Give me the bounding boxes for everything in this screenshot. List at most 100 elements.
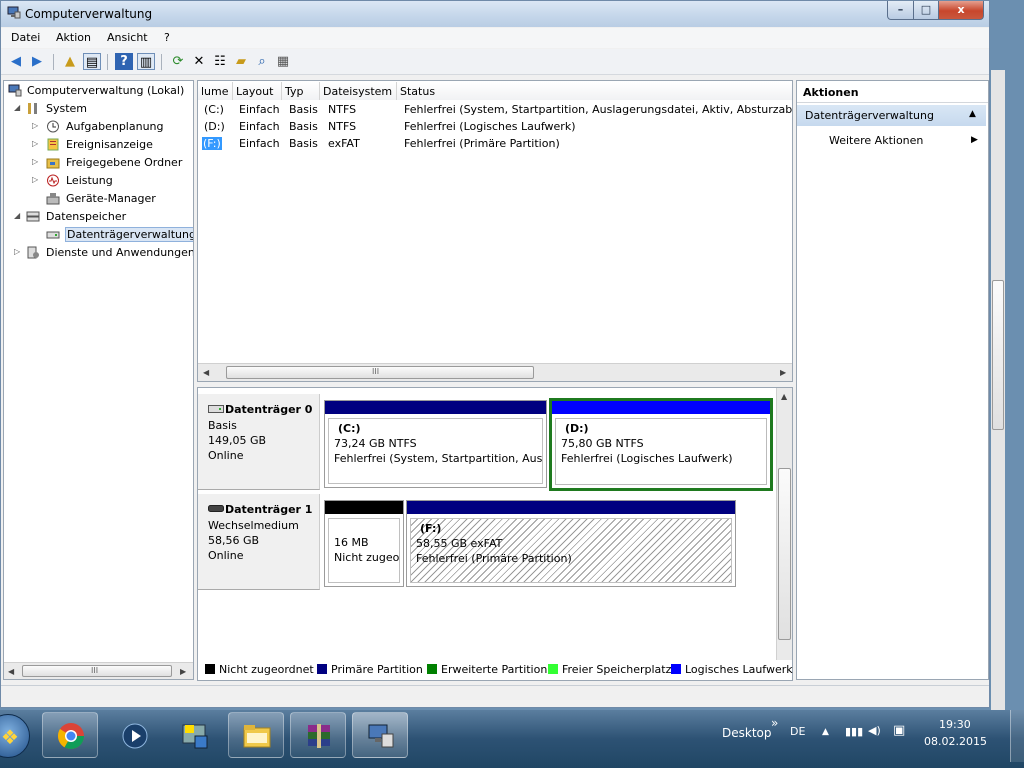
volume-status: Fehlerfrei (Logisches Laufwerk)	[404, 120, 576, 133]
maximize-button[interactable]: □	[913, 1, 939, 20]
expand-icon[interactable]: ▷	[32, 139, 38, 148]
disk-0-label[interactable]: Datenträger 0 Basis 149,05 GB Online	[198, 394, 320, 490]
column-header-status[interactable]: Status	[397, 82, 792, 100]
volume-list-horizontal-scrollbar[interactable]: ◀ III ▶	[198, 363, 792, 381]
clock-time[interactable]: 19:30	[939, 718, 971, 731]
disk-graphic-view: Datenträger 0 Basis 149,05 GB Online (C:…	[197, 387, 793, 681]
taskbar-winrar[interactable]	[290, 712, 346, 758]
partition-name: (D:)	[565, 422, 589, 435]
scroll-left-icon[interactable]: ◀	[8, 667, 14, 676]
show-desktop-button[interactable]	[1010, 710, 1024, 762]
tree-label: System	[46, 102, 88, 115]
back-arrow-icon[interactable]: ◀	[7, 53, 25, 70]
tree-horizontal-scrollbar[interactable]: ◀ III ▶	[4, 662, 193, 679]
scroll-right-icon[interactable]: ▶	[780, 368, 786, 377]
column-header-type[interactable]: Typ	[282, 82, 320, 100]
tree-label: Computerverwaltung (Lokal)	[27, 84, 185, 97]
volume-icon[interactable]: ◀)	[868, 724, 881, 737]
disk-state: Online	[208, 549, 244, 562]
menu-datei[interactable]: Datei	[11, 31, 40, 44]
close-button[interactable]: x	[938, 1, 984, 20]
menu-ansicht[interactable]: Ansicht	[107, 31, 148, 44]
menu-help[interactable]: ?	[164, 31, 170, 44]
desktop-toolbar[interactable]: Desktop	[722, 726, 772, 740]
disk-1-label[interactable]: Datenträger 1 Wechselmedium 58,56 GB Onl…	[198, 494, 320, 590]
start-button[interactable]: ❖	[0, 714, 30, 758]
help-icon[interactable]: ?	[115, 53, 133, 70]
status-bar	[1, 685, 989, 707]
show-tree-icon[interactable]: ▤	[83, 53, 101, 70]
tree-label: Dienste und Anwendungen	[46, 246, 194, 259]
scroll-thumb[interactable]: III	[226, 366, 534, 379]
device-manager-icon	[46, 193, 60, 205]
up-folder-icon[interactable]: ▲	[61, 53, 79, 70]
window-title: Computerverwaltung	[25, 7, 153, 21]
taskbar-explorer[interactable]	[228, 712, 284, 758]
scroll-thumb[interactable]	[778, 468, 791, 640]
minimize-button[interactable]: –	[887, 1, 914, 20]
table-row[interactable]: (C:) Einfach Basis NTFS Fehlerfrei (Syst…	[198, 103, 792, 119]
partition-size: 58,55 GB exFAT	[416, 537, 503, 550]
partition-f[interactable]: (F:) 58,55 GB exFAT Fehlerfrei (Primäre …	[406, 500, 736, 587]
collapse-icon[interactable]: ◢	[14, 103, 20, 112]
table-row[interactable]: (D:) Einfach Basis NTFS Fehlerfrei (Logi…	[198, 120, 792, 136]
actions-section-datentraegerverwaltung[interactable]: Datenträgerverwaltung ▲	[797, 105, 986, 126]
legend-label: Logisches Laufwerk	[685, 663, 793, 676]
properties-icon[interactable]: ☷	[211, 53, 229, 70]
scroll-up-icon[interactable]: ▲	[781, 392, 787, 401]
partition-c-info: (C:) 73,24 GB NTFS Fehlerfrei (System, S…	[328, 418, 543, 484]
title-bar[interactable]: Computerverwaltung – □ x	[1, 1, 989, 27]
taskbar-computer-management[interactable]	[352, 712, 408, 758]
safely-remove-icon[interactable]: ▣	[893, 723, 905, 738]
taskbar-media-player[interactable]	[104, 712, 160, 758]
column-header-filesystem[interactable]: Dateisystem	[320, 82, 397, 100]
submenu-arrow-icon[interactable]: ▶	[971, 135, 978, 145]
scroll-right-icon[interactable]: ▶	[180, 667, 186, 676]
expand-icon[interactable]: ▷	[32, 157, 38, 166]
partition-unallocated[interactable]: 16 MB Nicht zugeor	[324, 500, 404, 587]
column-header-volume[interactable]: lume	[198, 82, 233, 100]
open-folder-icon[interactable]: ▰	[232, 53, 250, 70]
tree-label: Aufgabenplanung	[66, 120, 164, 133]
media-player-icon	[122, 723, 148, 749]
partition-c[interactable]: (C:) 73,24 GB NTFS Fehlerfrei (System, S…	[324, 400, 547, 488]
toolbar-overflow-icon[interactable]: »	[771, 716, 778, 730]
outer-vertical-scrollbar[interactable]	[991, 70, 1005, 710]
expand-icon[interactable]: ▷	[32, 121, 38, 130]
delete-icon[interactable]: ✕	[190, 53, 208, 70]
collapse-icon[interactable]: ◢	[14, 211, 20, 220]
partition-size: 73,24 GB NTFS	[334, 437, 417, 450]
expand-icon[interactable]: ▷	[32, 175, 38, 184]
expand-icon[interactable]: ▷	[14, 247, 20, 256]
table-row[interactable]: (F:) Einfach Basis exFAT Fehlerfrei (Pri…	[198, 137, 792, 153]
disk-properties-icon[interactable]: ▦	[274, 53, 292, 70]
language-indicator[interactable]: DE	[790, 725, 805, 738]
maximize-icon: □	[920, 3, 932, 16]
collapse-up-icon[interactable]: ▲	[969, 109, 976, 119]
search-icon[interactable]: ⌕	[253, 53, 271, 70]
volume-type: Basis	[289, 137, 318, 150]
partition-status: Fehlerfrei (System, Startpartition, Ausl…	[334, 452, 543, 465]
disk-view-vertical-scrollbar[interactable]: ▲	[776, 388, 792, 660]
partition-name: (C:)	[338, 422, 361, 435]
taskbar-tool[interactable]	[166, 712, 222, 758]
menu-aktion[interactable]: Aktion	[56, 31, 91, 44]
refresh-icon[interactable]: ⟳	[169, 53, 187, 70]
show-action-pane-icon[interactable]: ▥	[137, 53, 155, 70]
partition-d[interactable]: (D:) 75,80 GB NTFS Fehlerfrei (Logisches…	[549, 398, 773, 491]
scroll-left-icon[interactable]: ◀	[203, 368, 209, 377]
scroll-thumb[interactable]: III	[22, 665, 172, 677]
taskbar-chrome[interactable]	[42, 712, 98, 758]
show-hidden-icons-icon[interactable]: ▲	[822, 727, 829, 737]
forward-arrow-icon[interactable]: ▶	[28, 53, 46, 70]
clock-date[interactable]: 08.02.2015	[924, 735, 987, 748]
column-header-layout[interactable]: Layout	[233, 82, 282, 100]
network-icon[interactable]: ▮▮▮	[845, 725, 863, 738]
disk-name: Datenträger 0	[225, 403, 313, 416]
tree-label: Datenspeicher	[46, 210, 127, 223]
legend-label: Erweiterte Partition	[441, 663, 548, 676]
scroll-thumb[interactable]	[992, 280, 1004, 430]
action-weitere-aktionen[interactable]: Weitere Aktionen	[829, 134, 923, 147]
minimize-icon: –	[897, 3, 904, 16]
volume-filesystem: NTFS	[328, 103, 357, 116]
